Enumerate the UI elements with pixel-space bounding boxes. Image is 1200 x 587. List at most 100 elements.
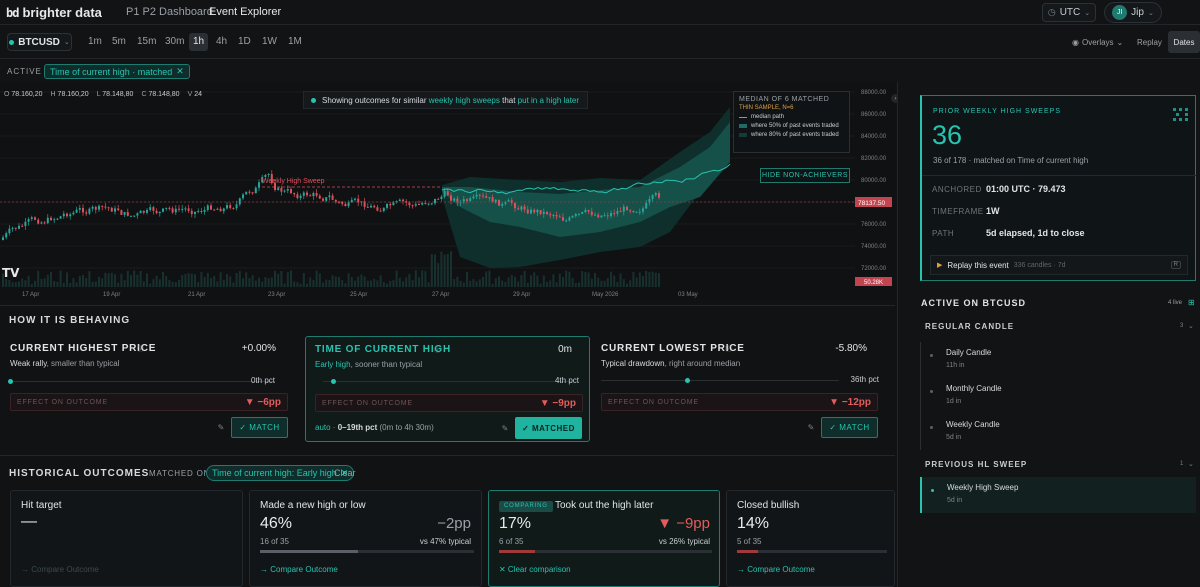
close-icon[interactable]: ✕ — [176, 66, 184, 77]
volume-bar — [555, 282, 558, 287]
volume-bar — [562, 277, 564, 287]
volume-bar — [635, 277, 638, 287]
app-logo[interactable]: bd brighter data — [6, 5, 102, 20]
volume-bar — [475, 281, 478, 287]
group-title-previous-hl-sweep[interactable]: PREVIOUS HL SWEEP — [925, 460, 1027, 469]
volume-bar — [494, 278, 497, 287]
volume-bar — [450, 251, 452, 287]
matched-on-chip[interactable]: Time of current high: Early high ✕ — [206, 465, 355, 481]
volume-bar — [98, 276, 100, 287]
card-value: -5.80% — [835, 343, 867, 354]
candle-body — [229, 205, 232, 208]
replay-event-button[interactable]: ▶ Replay this event 336 candles · 7d R — [930, 255, 1188, 275]
candle-body — [296, 194, 299, 199]
volume-bar — [482, 276, 484, 287]
candle-body — [254, 187, 257, 194]
compare-outcome-link[interactable]: → Compare Outcome — [737, 565, 815, 574]
timeframe-1m[interactable]: 1m — [84, 33, 106, 51]
card-title: CURRENT HIGHEST PRICE — [10, 343, 157, 354]
volume-bar — [69, 283, 72, 287]
volume-bar — [37, 270, 40, 287]
timeframe-30m[interactable]: 30m — [161, 33, 188, 51]
volume-bar — [395, 270, 398, 287]
volume-bar — [312, 279, 315, 287]
divider — [0, 305, 895, 306]
volume-bar — [142, 281, 145, 287]
volume-bar — [139, 270, 142, 287]
clear-button[interactable]: Clear — [334, 468, 356, 478]
timeframe-5m[interactable]: 5m — [108, 33, 130, 51]
compare-outcome-link[interactable]: → Compare Outcome — [21, 565, 99, 574]
match-button[interactable]: ✓ MATCH — [231, 417, 288, 438]
candle-body — [206, 205, 209, 210]
candle-body — [590, 211, 593, 216]
replay-button[interactable]: Replay — [1137, 38, 1162, 47]
price-chart[interactable]: 88000.00 86000.00 84000.00 82000.00 80000.00… — [0, 82, 900, 300]
candle-body — [594, 214, 596, 216]
list-item-weekly-candle[interactable]: Weekly Candle 5d in — [920, 414, 1196, 450]
status-dot — [930, 426, 933, 429]
group-title-regular-candle[interactable]: REGULAR CANDLE — [925, 322, 1014, 331]
volume-bar — [565, 270, 568, 287]
candle-body — [242, 194, 244, 199]
timeframe-1M[interactable]: 1M — [284, 33, 306, 51]
volume-bar — [254, 280, 257, 287]
status-dot — [930, 390, 933, 393]
timeframe-1W[interactable]: 1W — [258, 33, 281, 51]
timeframe-1D[interactable]: 1D — [234, 33, 255, 51]
candle-body — [328, 195, 331, 198]
match-button[interactable]: ✓ MATCH — [821, 417, 878, 438]
candle-body — [146, 210, 148, 213]
symbol-label: BTCUSD — [18, 36, 60, 48]
dates-button[interactable]: Dates — [1168, 31, 1200, 53]
candle-body — [267, 173, 270, 175]
candle-body — [226, 205, 228, 209]
edit-icon[interactable]: ✎ — [804, 420, 818, 434]
outcome-title: Made a new high or low — [260, 500, 366, 511]
volume-bar — [638, 272, 641, 287]
candle-body — [472, 196, 475, 199]
tab-p1-p2-dashboard[interactable]: P1 P2 Dashboard — [126, 6, 213, 18]
candle-body — [398, 199, 401, 201]
volume-bar — [270, 277, 273, 287]
symbol-select[interactable]: BTCUSD ⌄ — [7, 33, 72, 51]
edit-icon[interactable]: ✎ — [214, 420, 228, 434]
compare-outcome-link[interactable]: → Compare Outcome — [260, 565, 338, 574]
candle-body — [155, 210, 158, 214]
chevron-down-icon[interactable]: ⌄ — [1188, 322, 1194, 330]
volume-bar — [350, 277, 353, 287]
grid-view-icon[interactable]: ⊞ — [1188, 298, 1195, 307]
candle-body — [370, 205, 372, 208]
candle-body — [389, 204, 392, 206]
outcome-card-new-high-low[interactable]: Made a new high or low 46% −2pp 16 of 35… — [249, 490, 482, 587]
volume-bar — [43, 278, 46, 287]
outcome-card-took-out-high[interactable]: COMPARING Took out the high later 17% ▼ … — [488, 490, 720, 587]
volume-bar — [130, 275, 132, 287]
list-item-weekly-high-sweep[interactable]: Weekly High Sweep 5d in — [920, 477, 1196, 513]
list-item-daily-candle[interactable]: Daily Candle 11h in — [920, 342, 1196, 378]
candle-body — [386, 204, 388, 208]
volume-bar — [536, 275, 539, 287]
timezone-select[interactable]: ◷ UTC ⌄ — [1042, 3, 1096, 22]
user-menu[interactable]: JI Jip ⌄ — [1104, 2, 1162, 23]
timeframe-15m[interactable]: 15m — [133, 33, 160, 51]
outcome-card-closed-bullish[interactable]: Closed bullish 14% 5 of 35 → Compare Out… — [726, 490, 895, 587]
active-filter-chip[interactable]: Time of current high · matched ✕ — [44, 64, 190, 79]
tab-event-explorer[interactable]: Event Explorer — [209, 6, 282, 26]
candle-body — [642, 208, 644, 212]
candle-body — [53, 219, 56, 221]
edit-icon[interactable]: ✎ — [498, 421, 512, 435]
list-item-monthly-candle[interactable]: Monthly Candle 1d in — [920, 378, 1196, 414]
matched-button[interactable]: ✓ MATCHED — [515, 417, 582, 439]
candle-body — [552, 214, 555, 216]
outcome-card-hit-target[interactable]: Hit target — → Compare Outcome — [10, 490, 243, 587]
volume-bar — [507, 277, 510, 287]
chevron-down-icon[interactable]: ⌄ — [1188, 460, 1194, 468]
timeframe-1h[interactable]: 1h — [189, 33, 209, 51]
hide-non-achievers-button[interactable]: HIDE NON-ACHIEVERS — [760, 168, 850, 183]
chart-toolbar: BTCUSD ⌄ 1m 5m 15m 30m 1h 4h 1D 1W 1M ◉ Overlays… — [0, 25, 1200, 59]
candle-body — [498, 199, 500, 206]
timeframe-4h[interactable]: 4h — [212, 33, 231, 51]
overlays-button[interactable]: ◉ Overlays ⌄ — [1072, 38, 1123, 47]
clear-comparison-link[interactable]: ✕ Clear comparison — [499, 565, 571, 574]
